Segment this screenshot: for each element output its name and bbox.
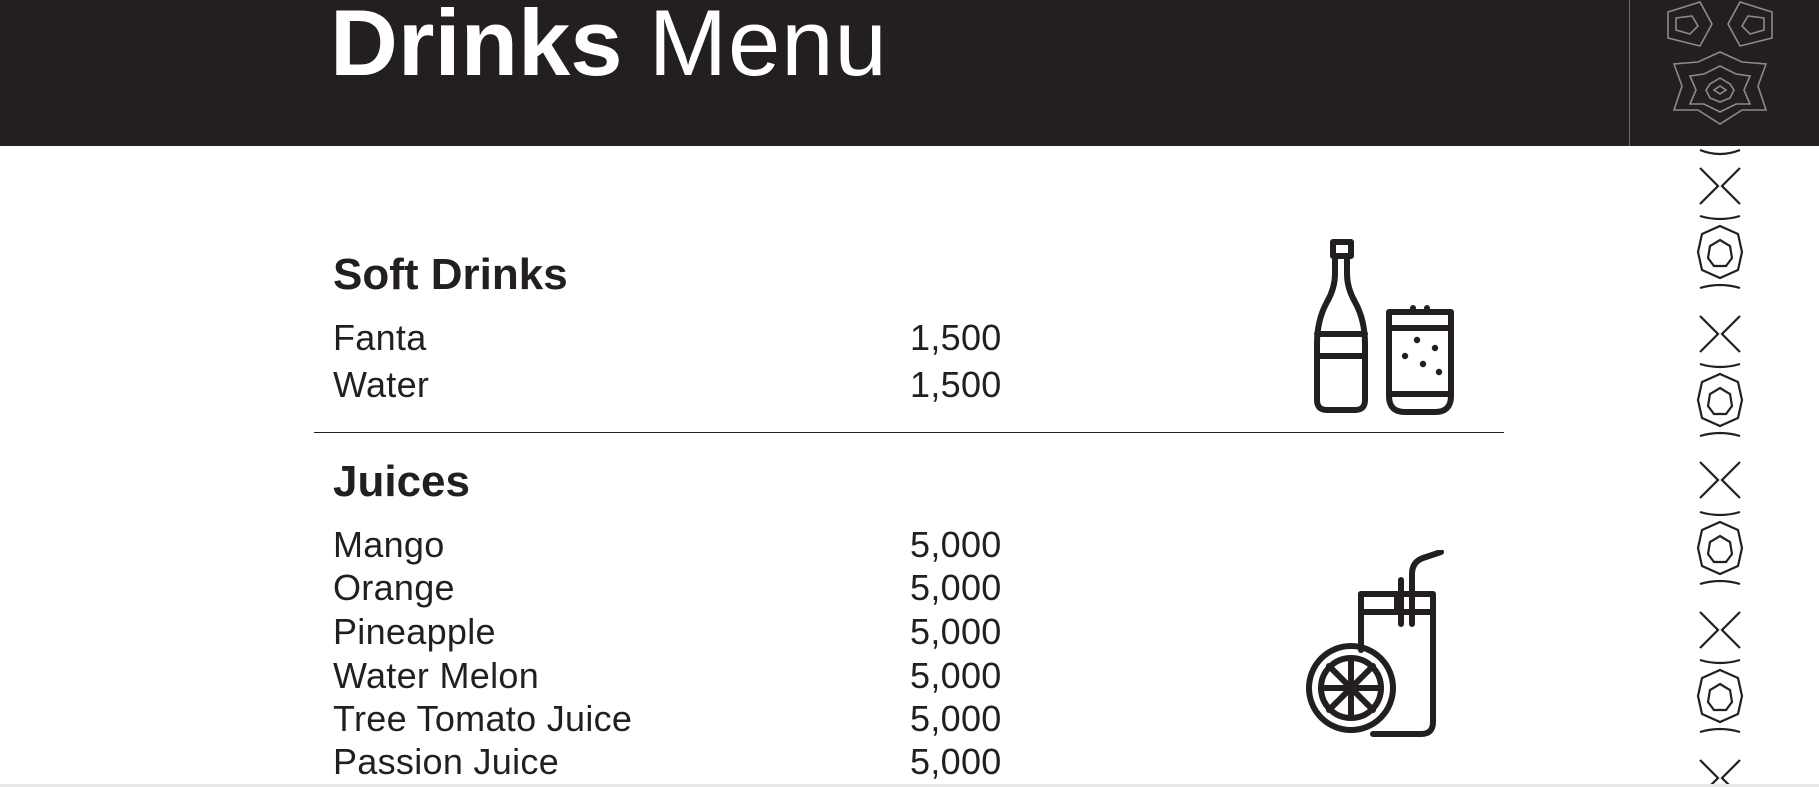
section-heading-soft-drinks: Soft Drinks bbox=[333, 250, 568, 299]
title-light: Menu bbox=[648, 0, 888, 95]
section-heading-juices: Juices bbox=[333, 457, 470, 506]
item-name: Tree Tomato Juice bbox=[333, 698, 633, 739]
item-name: Pineapple bbox=[333, 611, 496, 652]
juice-glass-and-orange-icon bbox=[1306, 550, 1444, 737]
item-price: 5,000 bbox=[910, 567, 1002, 608]
item-price: 5,000 bbox=[910, 524, 1002, 565]
bottle-and-glass-icon bbox=[1314, 239, 1454, 415]
item-name: Orange bbox=[333, 567, 455, 608]
item-price: 5,000 bbox=[910, 611, 1002, 652]
section-divider bbox=[314, 432, 1504, 433]
item-name: Mango bbox=[333, 524, 445, 565]
item-name: Water Melon bbox=[333, 655, 540, 696]
item-name: Passion Juice bbox=[333, 741, 560, 782]
item-price: 5,000 bbox=[910, 698, 1002, 739]
page-title: Drinks Menu bbox=[330, 0, 888, 98]
item-name: Water bbox=[333, 364, 430, 405]
header-divider bbox=[1629, 0, 1630, 146]
item-price: 5,000 bbox=[910, 741, 1002, 782]
item-price: 1,500 bbox=[910, 364, 1002, 405]
item-price: 5,000 bbox=[910, 655, 1002, 696]
menu-page: Drinks Menu Soft Drinks Fanta 1,500 Wate… bbox=[0, 0, 1819, 787]
geometric-pattern-icon bbox=[1667, 1, 1773, 787]
header-band: Drinks Menu bbox=[0, 0, 1819, 146]
item-price: 1,500 bbox=[910, 317, 1002, 358]
title-bold: Drinks bbox=[330, 0, 623, 95]
item-name: Fanta bbox=[333, 317, 427, 358]
